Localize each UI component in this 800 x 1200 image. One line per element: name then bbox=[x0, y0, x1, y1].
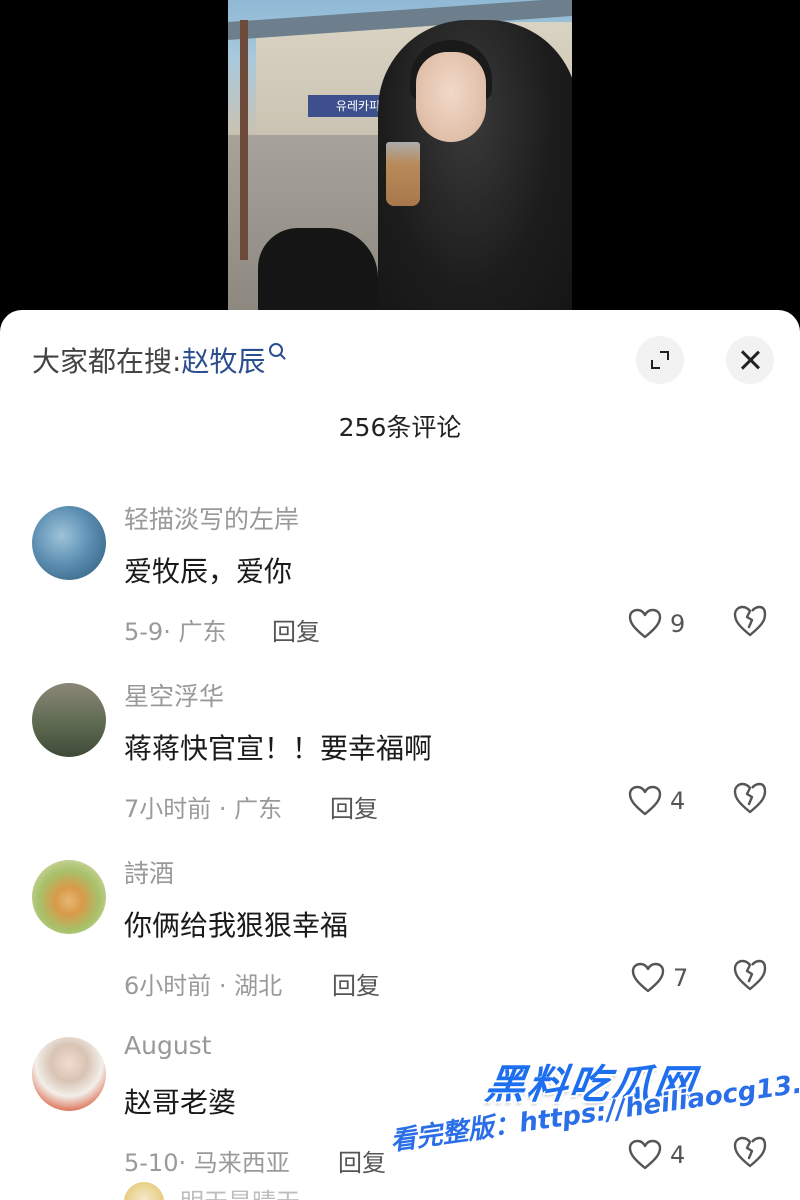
comment-meta: 7小时前 · 广东 bbox=[124, 795, 283, 823]
like-count: 9 bbox=[670, 610, 686, 638]
comment-item: 詩酒 你俩给我狠狠幸福 6小时前 · 湖北 回复 7 bbox=[0, 850, 800, 1020]
comment-item: 轻描淡写的左岸 爱牧辰，爱你 5-9· 广东 回复 9 bbox=[0, 496, 800, 666]
iced-coffee-cup bbox=[386, 142, 420, 206]
helmet-bag bbox=[258, 228, 378, 318]
dislike-icon[interactable] bbox=[732, 781, 768, 815]
heart-icon bbox=[628, 785, 662, 816]
comment-text: 蒋蒋快官宣！！要幸福啊 bbox=[124, 732, 433, 765]
comment-text: 爱牧辰，爱你 bbox=[124, 555, 293, 588]
comment-meta: 5-9· 广东 bbox=[124, 618, 227, 646]
like-button[interactable]: 9 bbox=[628, 604, 685, 644]
heart-icon bbox=[628, 1139, 662, 1170]
avatar[interactable] bbox=[32, 506, 106, 580]
like-count: 4 bbox=[670, 787, 686, 815]
comment-text: 赵哥老婆 bbox=[124, 1086, 237, 1119]
avatar[interactable] bbox=[32, 1037, 106, 1111]
like-button[interactable]: 7 bbox=[631, 958, 688, 998]
trending-search-term[interactable]: 赵牧辰 bbox=[181, 340, 265, 380]
like-count: 7 bbox=[673, 964, 689, 992]
like-button[interactable]: 4 bbox=[628, 1135, 685, 1175]
reply-button[interactable]: 回复 bbox=[332, 966, 380, 1001]
comment-meta: 5-10· 马来西亚 bbox=[124, 1149, 290, 1177]
comment-meta: 6小时前 · 湖北 bbox=[124, 972, 283, 1000]
reply-button[interactable]: 回复 bbox=[338, 1143, 386, 1178]
comment-text: 你俩给我狠狠幸福 bbox=[124, 909, 349, 942]
video-frame: 유레카피 bbox=[228, 0, 572, 330]
like-button[interactable]: 4 bbox=[628, 781, 685, 821]
like-count: 4 bbox=[670, 1141, 686, 1169]
heart-icon bbox=[631, 962, 665, 993]
comment-count: 256条评论 bbox=[338, 413, 462, 442]
heart-icon bbox=[628, 608, 662, 639]
background-pole bbox=[240, 20, 248, 260]
person-face bbox=[416, 52, 486, 142]
comment-item: 星空浮华 蒋蒋快官宣！！要幸福啊 7小时前 · 广东 回复 4 bbox=[0, 673, 800, 843]
search-icon bbox=[269, 343, 284, 357]
reply-button[interactable]: 回复 bbox=[272, 612, 320, 647]
comment-username[interactable]: 明天是晴天 bbox=[180, 1182, 300, 1200]
comment-username[interactable]: 星空浮华 bbox=[124, 677, 224, 713]
comment-username[interactable]: 轻描淡写的左岸 bbox=[124, 500, 299, 536]
dislike-icon[interactable] bbox=[732, 1135, 768, 1169]
video-player[interactable]: 유레카피 bbox=[0, 0, 800, 330]
dislike-icon[interactable] bbox=[732, 958, 768, 992]
close-icon bbox=[738, 348, 762, 372]
comment-username[interactable]: 詩酒 bbox=[124, 854, 174, 890]
avatar[interactable] bbox=[32, 683, 106, 757]
trending-search-prefix: 大家都在搜: bbox=[32, 345, 182, 378]
reply-button[interactable]: 回复 bbox=[330, 789, 378, 824]
close-button[interactable] bbox=[726, 336, 774, 384]
expand-button[interactable] bbox=[636, 336, 684, 384]
avatar[interactable] bbox=[32, 860, 106, 934]
trending-search[interactable]: 大家都在搜: 赵牧辰 bbox=[32, 340, 284, 380]
comment-username[interactable]: August bbox=[124, 1031, 212, 1060]
dislike-icon[interactable] bbox=[732, 604, 768, 638]
expand-icon bbox=[651, 351, 669, 369]
